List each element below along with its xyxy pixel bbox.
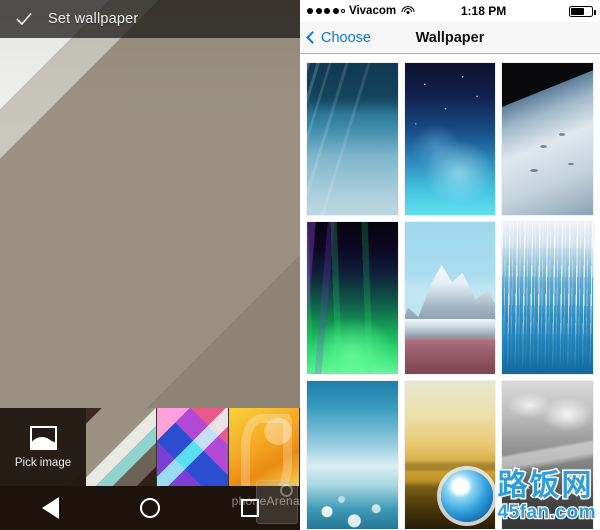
wallpaper-thumb-art [307,222,398,374]
thumbnail-art [228,408,299,486]
chevron-left-icon [306,31,319,44]
wifi-icon [401,5,415,17]
status-bar-clock: 1:18 PM [460,4,507,18]
signal-strength-icon [307,8,345,14]
wallpaper-cell-earth-from-space[interactable] [502,63,593,215]
earth-cloud-speck [540,145,548,149]
nav-home-button[interactable] [127,486,173,530]
check-icon [16,13,32,25]
back-button-label: Choose [321,29,371,46]
earth-cloud-speck [567,163,574,166]
thumbnail-art [157,408,228,486]
android-navigation-bar [0,486,300,530]
thumbnail-isometric-cubes[interactable] [157,408,229,486]
wallpaper-thumb-art [404,222,496,374]
mountain-snowline [404,319,496,341]
wallpaper-cell-blue-nebula[interactable] [404,63,496,215]
wallpaper-thumb-art [502,63,593,215]
back-choose-button[interactable]: Choose [306,29,371,46]
home-circle-icon [140,498,160,518]
wallpaper-thumb-art [307,381,398,529]
phonearena-watermark: phoneArena [231,494,300,508]
wifi-dot [406,11,410,14]
nav-back-button[interactable] [27,486,73,530]
pick-image-button[interactable]: Pick image [0,408,86,486]
thumbnail-material-diagonal-stripes[interactable] [86,408,158,486]
earth-cloud-speck [558,132,565,136]
wallpaper-thumb-art [404,63,496,215]
wallpaper-thumbnail-strip: Pick image [0,408,300,486]
thumbnail-yellow-abstract[interactable] [228,408,300,486]
ios-navigation-bar: Choose Wallpaper [300,22,600,54]
pick-image-label: Pick image [14,456,72,469]
wallpaper-cell-aurora-borealis[interactable] [307,222,398,374]
thumbnail-list [86,408,300,486]
wallpaper-thumb-art [307,63,398,215]
carrier-name: Vivacom [349,5,397,17]
signal-dot-5 [341,9,345,13]
wallpaper-thumb-art [502,222,593,374]
picture-icon [29,425,57,450]
wallpaper-cell-underwater-blue[interactable] [307,63,398,215]
wallpaper-grid [300,54,600,529]
signal-dot-3 [324,8,330,14]
back-triangle-icon [41,497,59,519]
thumbnail-art [86,408,157,486]
set-wallpaper-label: Set wallpaper [48,11,139,27]
wallpaper-cell-winter-forest[interactable] [502,222,593,374]
battery-fill [571,7,585,15]
wallpaper-thumb-art [404,381,496,529]
wallpaper-thumb-art [502,381,593,529]
signal-dot-2 [315,8,322,14]
ios-wallpaper-picker: Vivacom 1:18 PM Choose Wallpaper 路饭网 45f… [300,0,600,530]
signal-dot-1 [307,8,313,14]
signal-dot-4 [332,8,339,14]
ios-status-bar: Vivacom 1:18 PM [300,0,600,22]
battery-cap [593,9,596,15]
screenshot-root: Set wallpaper Pick image phoneArena Viva… [0,0,600,530]
android-wallpaper-picker: Set wallpaper Pick image phoneArena [0,0,300,530]
battery-icon [569,5,596,17]
earth-cloud-speck [529,169,538,173]
wallpaper-cell-snowy-mountain[interactable] [404,222,496,374]
wallpaper-cell-bw-mountain[interactable] [502,381,593,529]
set-wallpaper-button[interactable]: Set wallpaper [0,0,300,38]
wallpaper-cell-ocean-bokeh[interactable] [307,381,398,529]
wallpaper-cell-golden-desert[interactable] [404,381,496,529]
